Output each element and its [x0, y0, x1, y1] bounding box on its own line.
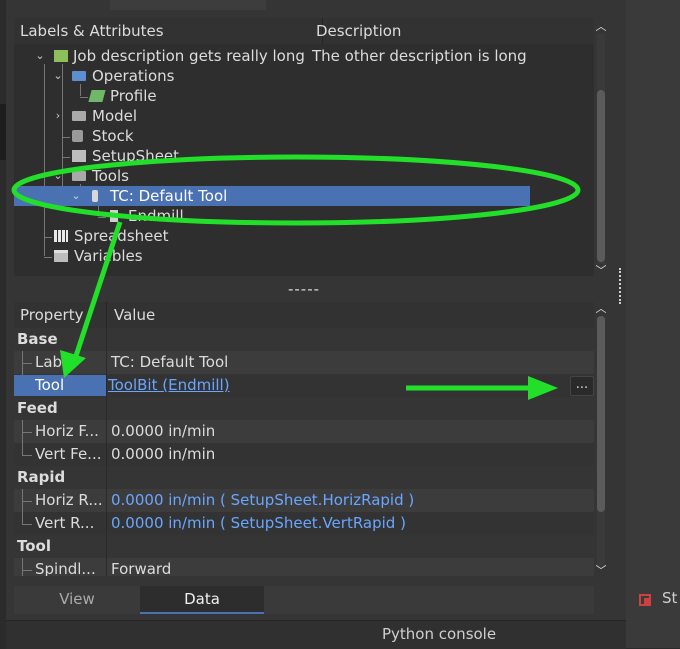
- tab-data[interactable]: Data: [140, 586, 264, 614]
- top-toolbar-remnant: [110, 0, 266, 10]
- tree-row-tools[interactable]: ⌄ Tools: [14, 166, 594, 186]
- start-tab-label[interactable]: St: [662, 589, 677, 607]
- start-icon: [639, 592, 651, 606]
- job-icon: [54, 50, 68, 62]
- tree-col-description[interactable]: Description: [310, 18, 401, 44]
- tree-row-model[interactable]: › Model: [14, 106, 594, 126]
- prop-col-value[interactable]: Value: [108, 302, 155, 328]
- tree-row-tool-controller[interactable]: ⌄ TC: Default Tool: [14, 186, 530, 206]
- prop-col-property[interactable]: Property: [14, 302, 83, 328]
- group-base[interactable]: Base: [14, 328, 594, 351]
- prop-row-vert-feed[interactable]: Vert Fe... 0.0000 in/min: [14, 443, 594, 466]
- toolbit-icon: [110, 210, 118, 222]
- tab-view[interactable]: View: [14, 586, 140, 614]
- variables-icon: [54, 250, 68, 262]
- setupsheet-icon: [72, 150, 86, 162]
- prop-row-tool[interactable]: Tool ToolBit (Endmill): [14, 374, 594, 397]
- tree-row-stock[interactable]: Stock: [14, 126, 594, 146]
- spreadsheet-icon: [54, 230, 68, 242]
- toolbit-link[interactable]: ToolBit (Endmill): [108, 374, 230, 397]
- expand-arrow-icon[interactable]: ⌄: [70, 186, 82, 206]
- tree-row-spreadsheet[interactable]: Spreadsheet: [14, 226, 594, 246]
- python-console-label: Python console: [382, 625, 497, 643]
- prop-row-horiz-feed[interactable]: Horiz F... 0.0000 in/min: [14, 420, 594, 443]
- folder-icon: [72, 111, 86, 121]
- tree-row-variables[interactable]: Variables: [14, 246, 594, 266]
- panel-resize-grip[interactable]: [619, 268, 623, 304]
- folder-icon: [72, 71, 86, 81]
- expand-arrow-icon[interactable]: ⌄: [52, 66, 64, 86]
- group-rapid[interactable]: Rapid: [14, 466, 594, 489]
- prop-row-spindle[interactable]: Spindl... Forward: [14, 558, 594, 576]
- tree-col-labels[interactable]: Labels & Attributes: [14, 18, 320, 44]
- group-tool[interactable]: Tool: [14, 535, 594, 558]
- scroll-up-icon[interactable]: ︿: [595, 300, 607, 316]
- toolbit-icon: [92, 190, 98, 202]
- python-console-bar[interactable]: Python console: [6, 620, 626, 649]
- group-feed[interactable]: Feed: [14, 397, 594, 420]
- expand-arrow-icon[interactable]: ⌄: [34, 46, 46, 66]
- property-table[interactable]: Base Label TC: Default Tool Tool ToolBit…: [14, 328, 594, 576]
- prop-row-label[interactable]: Label TC: Default Tool: [14, 351, 594, 374]
- scroll-up-icon[interactable]: ︿: [595, 18, 607, 34]
- prop-row-horiz-rapid[interactable]: Horiz R... 0.0000 in/min ( SetupSheet.Ho…: [14, 489, 594, 512]
- folder-icon: [72, 171, 86, 181]
- prop-row-vert-rapid[interactable]: Vert R... 0.0000 in/min ( SetupSheet.Ver…: [14, 512, 594, 535]
- edit-toolbit-button[interactable]: ...: [570, 376, 594, 396]
- scroll-down-icon[interactable]: ﹀: [595, 562, 607, 578]
- tree-view[interactable]: ⌄ Job description gets really long The o…: [14, 44, 594, 276]
- tree-row-operations[interactable]: ⌄ Operations: [14, 66, 594, 86]
- collapse-arrow-icon[interactable]: ›: [52, 106, 64, 126]
- tree-scrollbar[interactable]: [597, 34, 605, 264]
- view-data-tabs: View Data: [14, 586, 594, 614]
- stock-icon: [72, 130, 83, 142]
- profile-icon: [88, 90, 106, 102]
- tree-row-job[interactable]: ⌄ Job description gets really long The o…: [14, 46, 594, 66]
- splitter-handle[interactable]: -----: [14, 280, 594, 298]
- tree-row-setupsheet[interactable]: SetupSheet: [14, 146, 594, 166]
- tree-header: Labels & Attributes Description: [14, 18, 594, 45]
- property-header: Property Value: [14, 302, 594, 328]
- scroll-down-icon[interactable]: ﹀: [595, 262, 607, 278]
- right-panel-strip: [626, 0, 680, 648]
- property-scrollbar[interactable]: [597, 316, 605, 566]
- tree-row-endmill[interactable]: Endmill: [14, 206, 594, 226]
- expand-arrow-icon[interactable]: ⌄: [52, 166, 64, 186]
- tree-row-profile[interactable]: Profile: [14, 86, 594, 106]
